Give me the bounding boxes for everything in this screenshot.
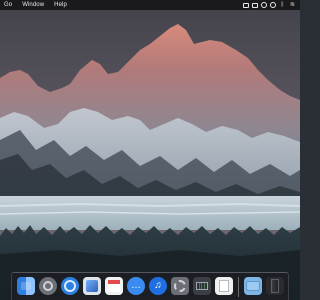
- menu-bar: Go Window Help ᛒ ≋: [0, 0, 300, 10]
- display-icon[interactable]: [252, 2, 258, 8]
- trash-icon[interactable]: [266, 277, 284, 295]
- calendar-icon[interactable]: [105, 277, 123, 295]
- sync-icon[interactable]: [270, 2, 276, 8]
- finder-icon[interactable]: [17, 277, 35, 295]
- system-preferences-icon[interactable]: [171, 277, 189, 295]
- preview-icon[interactable]: [83, 277, 101, 295]
- music-icon[interactable]: ♫: [149, 277, 167, 295]
- status-area: ᛒ ≋: [243, 2, 300, 9]
- activity-monitor-icon[interactable]: [193, 277, 211, 295]
- screen-mirroring-icon[interactable]: [243, 2, 249, 8]
- desktop-wallpaper: [0, 0, 300, 300]
- wifi-icon[interactable]: ≋: [289, 2, 296, 9]
- folder-icon[interactable]: [244, 277, 262, 295]
- menu-window[interactable]: Window: [17, 0, 49, 10]
- safari-icon[interactable]: [61, 277, 79, 295]
- time-machine-icon[interactable]: [261, 2, 267, 8]
- textedit-icon[interactable]: [215, 277, 233, 295]
- launchpad-icon[interactable]: [39, 277, 57, 295]
- menu-help[interactable]: Help: [49, 0, 72, 10]
- mountain-wallpaper: [0, 0, 300, 300]
- menu-go[interactable]: Go: [0, 0, 17, 10]
- dock-separator: [238, 277, 239, 297]
- dock: … ♫: [11, 272, 289, 300]
- messages-icon[interactable]: …: [127, 277, 145, 295]
- bluetooth-icon[interactable]: ᛒ: [279, 2, 286, 9]
